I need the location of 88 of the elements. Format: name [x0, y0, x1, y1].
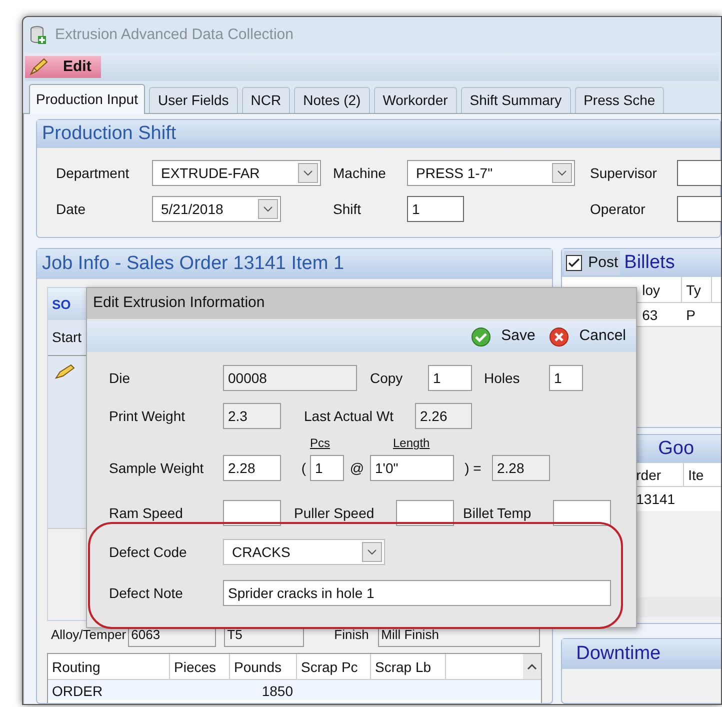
column-header: Routing — [48, 654, 170, 679]
checkbox[interactable] — [566, 255, 582, 271]
field-label: Shift — [333, 200, 362, 218]
post-checkbox[interactable]: Post — [564, 251, 620, 275]
input-field[interactable]: 1 — [407, 196, 464, 222]
tab[interactable]: Workorder — [374, 87, 457, 113]
read-only-field: 2.26 — [415, 403, 472, 429]
database-add-icon — [29, 25, 47, 45]
tab[interactable]: User Fields — [148, 87, 238, 113]
sales-order-icon[interactable]: SO — [52, 298, 71, 310]
field-label: Defect Code — [109, 542, 188, 562]
field-label: Operator — [590, 200, 646, 219]
panel-title: Goo — [658, 436, 694, 461]
text: @ — [348, 458, 366, 478]
field-label: Copy — [370, 368, 404, 388]
field-label: Holes — [484, 368, 521, 388]
input-field[interactable] — [396, 500, 454, 526]
column-header: Ty — [682, 277, 712, 302]
tab[interactable]: Shift Summary — [460, 87, 571, 113]
field-label: Machine — [333, 164, 387, 182]
input-field[interactable]: 1 — [428, 365, 472, 391]
field-label: Department — [56, 164, 130, 183]
window-title: Extrusion Advanced Data Collection — [55, 24, 294, 45]
panel-title: Billets — [624, 250, 675, 275]
table-cell-text: P — [685, 306, 696, 325]
column-header: Start — [52, 328, 82, 347]
edit-menu[interactable]: Edit — [25, 56, 102, 78]
tab[interactable]: NCR — [242, 87, 290, 113]
dialog-title: Edit Extrusion Information — [93, 293, 265, 314]
input-field[interactable] — [677, 196, 721, 222]
tab[interactable]: Production Input — [29, 84, 145, 114]
input-field[interactable] — [223, 500, 281, 526]
field-label: Finish — [334, 626, 370, 644]
field-label: Supervisor — [590, 164, 658, 183]
dropdown[interactable]: CRACKS — [223, 539, 385, 565]
field-label: Print Weight — [109, 406, 186, 426]
chevron-down-icon[interactable] — [362, 542, 382, 562]
panel-title: Job Info - Sales Order 13141 Item 1 — [37, 249, 552, 279]
field-label: Sample Weight — [109, 458, 205, 478]
field-label: Alloy/Temper — [50, 626, 126, 644]
table-cell-text: 63 — [641, 306, 659, 325]
dropdown[interactable]: PRESS 1-7" — [407, 160, 575, 186]
input-field[interactable]: 1 — [549, 365, 583, 391]
field-label: Puller Speed — [294, 504, 376, 523]
scroll-up-icon[interactable] — [523, 654, 542, 679]
read-only-field: 00008 — [223, 365, 357, 391]
input-field[interactable]: 2.28 — [223, 455, 281, 481]
field-label: Defect Note — [109, 584, 184, 602]
input-field[interactable]: 1'0" — [370, 455, 454, 481]
read-only-field: 2.3 — [223, 403, 281, 429]
chevron-down-icon[interactable] — [298, 163, 318, 183]
read-only-field: 2.28 — [492, 455, 550, 481]
text: ) = — [464, 458, 482, 478]
chevron-down-icon[interactable] — [552, 163, 572, 183]
field-label: Billet Temp — [463, 504, 532, 523]
input-field[interactable] — [677, 160, 721, 186]
dropdown[interactable]: EXTRUDE-FAR — [152, 160, 321, 186]
text: ( — [300, 458, 307, 478]
field-label: Last Actual Wt — [304, 406, 394, 426]
column-header: Scrap Lb — [371, 654, 446, 679]
input-field[interactable]: 1 — [310, 455, 344, 481]
pencil-icon — [29, 58, 49, 76]
field-label: Date — [56, 200, 87, 218]
save-button[interactable]: Save — [471, 325, 536, 348]
column-header: Pieces — [170, 654, 230, 679]
panel-title: Production Shift — [37, 120, 720, 148]
table-cell-text: 1850 — [260, 682, 294, 700]
chevron-down-icon[interactable] — [258, 199, 278, 219]
tab[interactable]: Press Sche — [574, 87, 664, 113]
tab[interactable]: Notes (2) — [294, 87, 370, 113]
input-field[interactable] — [553, 500, 611, 526]
table-cell-text: 13141 — [635, 490, 676, 509]
field-label: Ram Speed — [109, 504, 184, 523]
column-header: Scrap Pc — [297, 654, 371, 679]
table-row[interactable]: ORDER 1850 — [48, 680, 542, 700]
column-label: Length — [393, 435, 430, 452]
input-field[interactable]: Sprider cracks in hole 1 — [223, 580, 611, 606]
column-label: Pcs — [310, 435, 332, 452]
column-header: Pounds — [230, 654, 297, 679]
table-cell-text: ORDER — [51, 682, 104, 700]
dropdown[interactable]: 5/21/2018 — [152, 196, 281, 222]
cancel-button[interactable]: Cancel — [549, 325, 626, 348]
pencil-icon[interactable] — [54, 364, 76, 380]
column-header: Ite — [684, 463, 721, 486]
field-label: Die — [109, 368, 132, 388]
panel-title: Downtime — [576, 642, 661, 666]
close-icon — [549, 326, 570, 346]
check-icon — [471, 326, 492, 346]
